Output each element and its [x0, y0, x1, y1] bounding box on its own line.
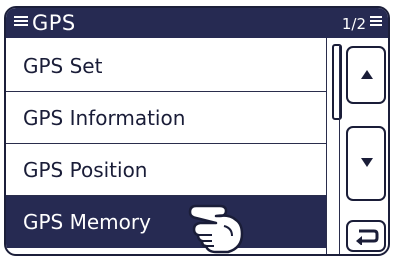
menu-item-label: GPS Information: [23, 106, 186, 130]
menu-item-label: GPS Set: [23, 54, 103, 78]
menu-item-gps-information[interactable]: GPS Information: [6, 92, 326, 144]
menu-item-gps-position[interactable]: GPS Position: [6, 144, 326, 196]
page-title: GPS: [32, 11, 76, 35]
scrollbar-thumb[interactable]: [332, 44, 342, 120]
scroll-up-button[interactable]: [346, 46, 386, 104]
menu-item-gps-memory[interactable]: GPS Memory: [6, 196, 326, 248]
scroll-down-button[interactable]: [346, 126, 386, 201]
pointing-hand-icon: [188, 204, 244, 254]
list-divider: [326, 38, 327, 254]
back-button[interactable]: [346, 220, 386, 252]
menu-item-gps-set[interactable]: GPS Set: [6, 40, 326, 92]
scroll-track-divider: [339, 44, 340, 254]
page-indicator: 1/2: [341, 15, 366, 33]
title-bar: GPS 1/2: [6, 8, 388, 38]
menu-item-label: GPS Position: [23, 158, 148, 182]
menu-list-icon: [14, 16, 28, 30]
up-arrow-icon: [361, 70, 373, 79]
down-arrow-icon: [361, 158, 373, 167]
menu-item-label: GPS Memory: [23, 210, 151, 234]
menu-list: GPS Set GPS Information GPS Position GPS…: [6, 40, 326, 248]
page-list-icon: [370, 16, 382, 30]
return-icon: [356, 229, 379, 245]
